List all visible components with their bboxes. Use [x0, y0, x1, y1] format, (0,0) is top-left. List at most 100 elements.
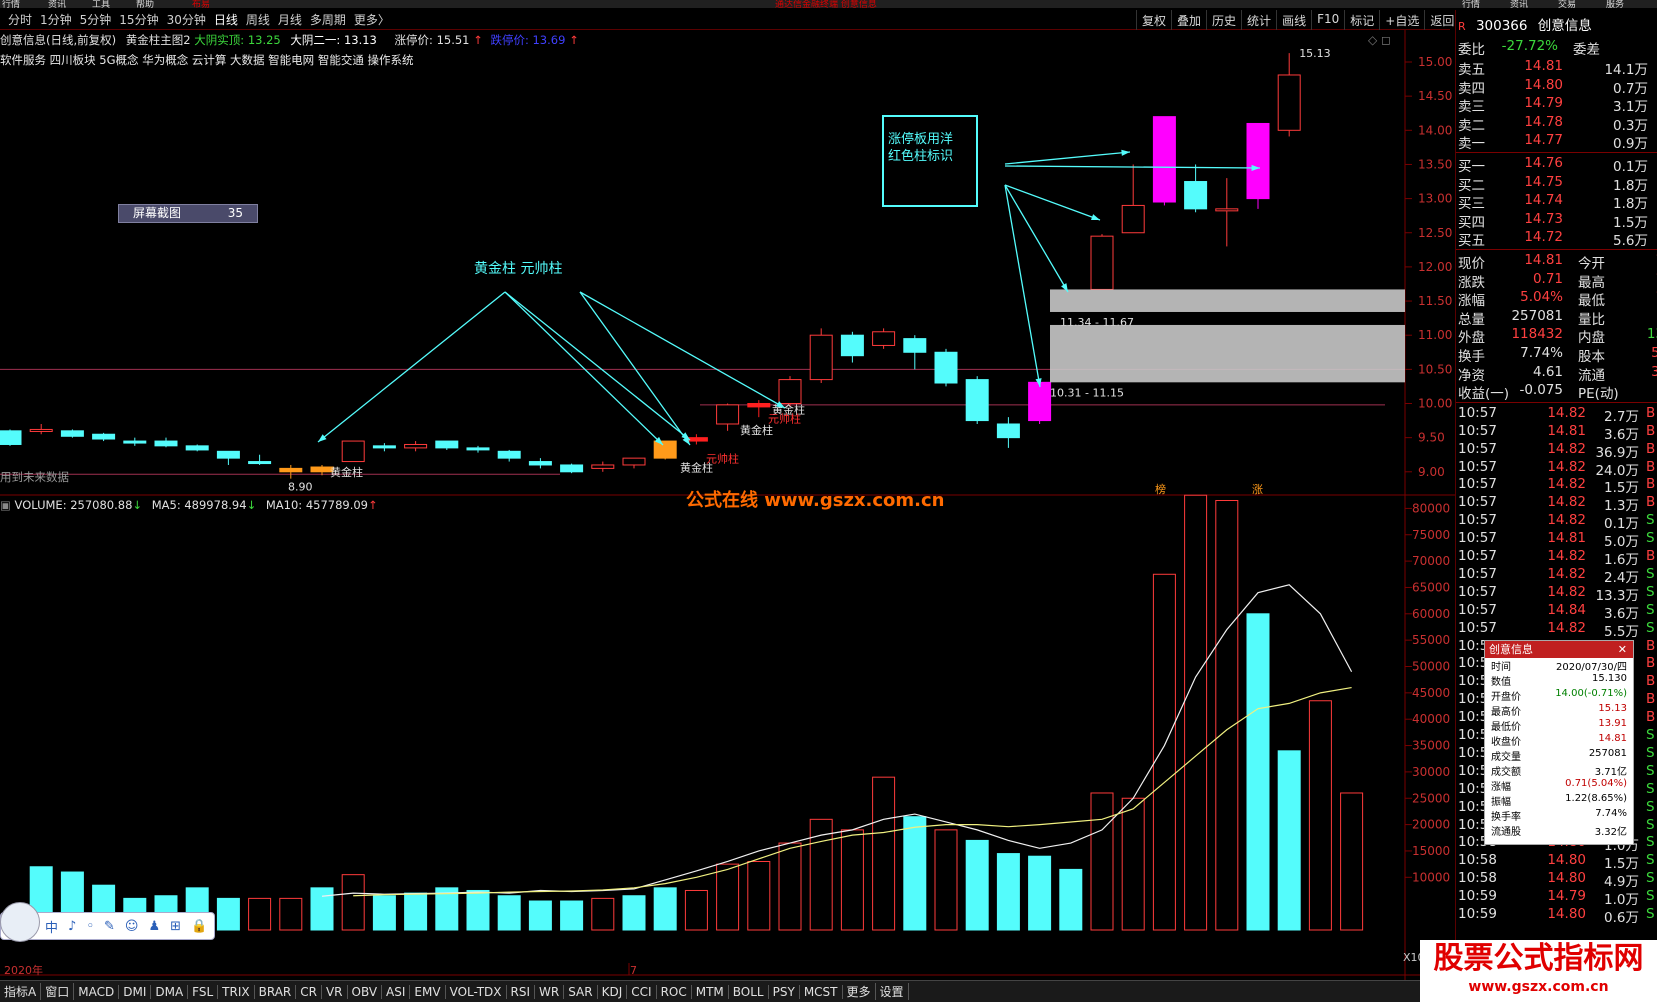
screenshot-button[interactable]: 屏幕截图 35: [118, 204, 258, 223]
indicator-tab-25[interactable]: 设置: [876, 983, 909, 1000]
toolbar-button-5[interactable]: F10: [1311, 10, 1344, 30]
vol-axis-label: 60000: [1412, 607, 1450, 621]
menu-item[interactable]: 资讯: [48, 0, 66, 8]
ime-icon-3[interactable]: ✎: [104, 919, 115, 934]
indicator-tab-8[interactable]: CR: [296, 984, 322, 999]
indicator-tab-11[interactable]: ASI: [382, 984, 411, 999]
buy-row-4-volume: 5.6万: [1613, 233, 1648, 250]
timeframe-0[interactable]: 分时: [8, 11, 32, 28]
buy-row-3-label: 买四: [1458, 214, 1485, 231]
buy-row-1[interactable]: 买二 14.75 1.8万: [1458, 174, 1657, 194]
tick-time: 10:57: [1458, 440, 1497, 457]
indicator-tab-17[interactable]: KDJ: [598, 984, 628, 999]
tick-side: B: [1646, 548, 1656, 564]
timeframe-4[interactable]: 30分钟: [167, 11, 206, 28]
indicator-tab-21[interactable]: BOLL: [729, 984, 769, 999]
sell-row-0[interactable]: 卖五 14.81 14.1万: [1458, 58, 1657, 78]
timeframe-1[interactable]: 1分钟: [40, 11, 72, 28]
indicator-tab-20[interactable]: MTM: [692, 984, 729, 999]
candle-body: [903, 338, 927, 353]
toolbar-button-7[interactable]: +自选: [1379, 10, 1424, 30]
ime-icon-1[interactable]: ♪: [68, 919, 76, 934]
indicator-tab-1[interactable]: 窗口: [41, 983, 75, 1000]
ime-avatar-icon[interactable]: [0, 902, 40, 942]
toolbar-button-3[interactable]: 统计: [1241, 10, 1276, 30]
indicator-tab-22[interactable]: PSY: [769, 984, 800, 999]
buy-row-0[interactable]: 买一 14.76 0.1万: [1458, 155, 1657, 175]
sell-row-4-price: 14.77: [1524, 132, 1563, 149]
menu-item[interactable]: 资讯: [1510, 0, 1528, 8]
popup-row-11: 流通股 3.32亿: [1485, 823, 1633, 838]
toolbar-button-4[interactable]: 画线: [1276, 10, 1311, 30]
timeframe-5[interactable]: 日线: [214, 11, 238, 28]
ime-icon-4[interactable]: ☺: [125, 919, 139, 934]
zone-box-upper: [1050, 289, 1405, 312]
indicator-tab-18[interactable]: CCI: [627, 984, 657, 999]
menu-item[interactable]: 服务: [1606, 0, 1624, 8]
buy-row-2[interactable]: 买三 14.74 1.8万: [1458, 192, 1657, 212]
ime-icon-2[interactable]: ◦: [86, 919, 94, 934]
ime-icon-6[interactable]: ⊞: [170, 919, 181, 934]
indicator-tab-9[interactable]: VR: [322, 984, 348, 999]
indicator-tab-0[interactable]: 指标A: [0, 983, 42, 1000]
indicator-tab-3[interactable]: DMI: [119, 984, 152, 999]
indicator-tab-24[interactable]: 更多: [843, 983, 876, 1000]
menu-item[interactable]: 交易: [1558, 0, 1576, 8]
indicator-tab-13[interactable]: VOL-TDX: [446, 984, 507, 999]
timeframe-2[interactable]: 5分钟: [80, 11, 112, 28]
sell-row-2[interactable]: 卖三 14.79 3.1万: [1458, 95, 1657, 115]
indicator-tab-6[interactable]: TRIX: [218, 984, 255, 999]
sell-row-3[interactable]: 卖二 14.78 0.3万: [1458, 114, 1657, 134]
volume-bar: [1340, 792, 1364, 931]
candle-body: [653, 440, 677, 459]
candle-body: [778, 379, 802, 405]
timeframe-7[interactable]: 月线: [278, 11, 302, 28]
menu-item[interactable]: 行情: [2, 0, 20, 8]
indicator-tab-2[interactable]: MACD: [74, 984, 120, 999]
menu-item[interactable]: 行情: [1462, 0, 1480, 8]
close-icon[interactable]: ✕: [1618, 641, 1627, 658]
sell-row-4[interactable]: 卖一 14.77 0.9万: [1458, 132, 1657, 152]
toolbar-button-1[interactable]: 叠加: [1171, 10, 1206, 30]
ime-icon-7[interactable]: 🔒: [191, 919, 207, 934]
indicator-tab-5[interactable]: FSL: [188, 984, 219, 999]
timeframe-3[interactable]: 15分钟: [119, 11, 158, 28]
buy-row-4[interactable]: 买五 14.72 5.6万: [1458, 229, 1657, 250]
tick-price: 14.84: [1547, 601, 1586, 618]
indicator-tab-23[interactable]: MCST: [800, 984, 843, 999]
toolbar-button-0[interactable]: 复权: [1136, 10, 1171, 30]
volume-bar: [560, 900, 584, 931]
ime-icon-5[interactable]: ♟: [148, 919, 160, 934]
tick-side: B: [1646, 691, 1656, 708]
ime-icon-0[interactable]: 中: [45, 917, 58, 936]
tick-price: 14.82: [1547, 494, 1586, 511]
stat-value-2: 5.04%: [1520, 289, 1563, 306]
tick-price: 14.82: [1547, 476, 1586, 493]
sell-row-1[interactable]: 卖四 14.80 0.7万: [1458, 77, 1657, 97]
vol-axis-label: 30000: [1412, 765, 1450, 779]
timeframe-6[interactable]: 周线: [246, 11, 270, 28]
menu-item[interactable]: 帮助: [136, 0, 154, 8]
indicator-tab-16[interactable]: SAR: [564, 984, 598, 999]
toolbar-button-2[interactable]: 历史: [1206, 10, 1241, 30]
popup-value: 0.71(5.04%): [1565, 778, 1627, 789]
indicator-tab-15[interactable]: WR: [535, 984, 565, 999]
toolbar-button-6[interactable]: 标记: [1344, 10, 1379, 30]
weibi-label: 委比: [1458, 42, 1485, 58]
indicator-tab-7[interactable]: BRAR: [255, 984, 297, 999]
timeframe-8[interactable]: 多周期: [310, 11, 346, 28]
menu-item[interactable]: 工具: [92, 0, 110, 8]
timeframe-9[interactable]: 更多〉: [354, 11, 390, 28]
sell-row-0-price: 14.81: [1524, 58, 1563, 74]
indicator-tab-14[interactable]: RSI: [507, 984, 536, 999]
indicator-tab-10[interactable]: OBV: [348, 984, 383, 999]
indicator-tab-4[interactable]: DMA: [151, 984, 189, 999]
candle-body: [1121, 204, 1145, 234]
indicator-tab-19[interactable]: ROC: [657, 984, 692, 999]
annotation-arrow: [504, 291, 691, 441]
tick-side: B: [1646, 673, 1656, 690]
popup-key: 最高价: [1491, 707, 1521, 718]
buy-row-3[interactable]: 买四 14.73 1.5万: [1458, 211, 1657, 231]
popup-value: 1.22(8.65%): [1565, 793, 1627, 804]
indicator-tab-12[interactable]: EMV: [410, 984, 446, 999]
